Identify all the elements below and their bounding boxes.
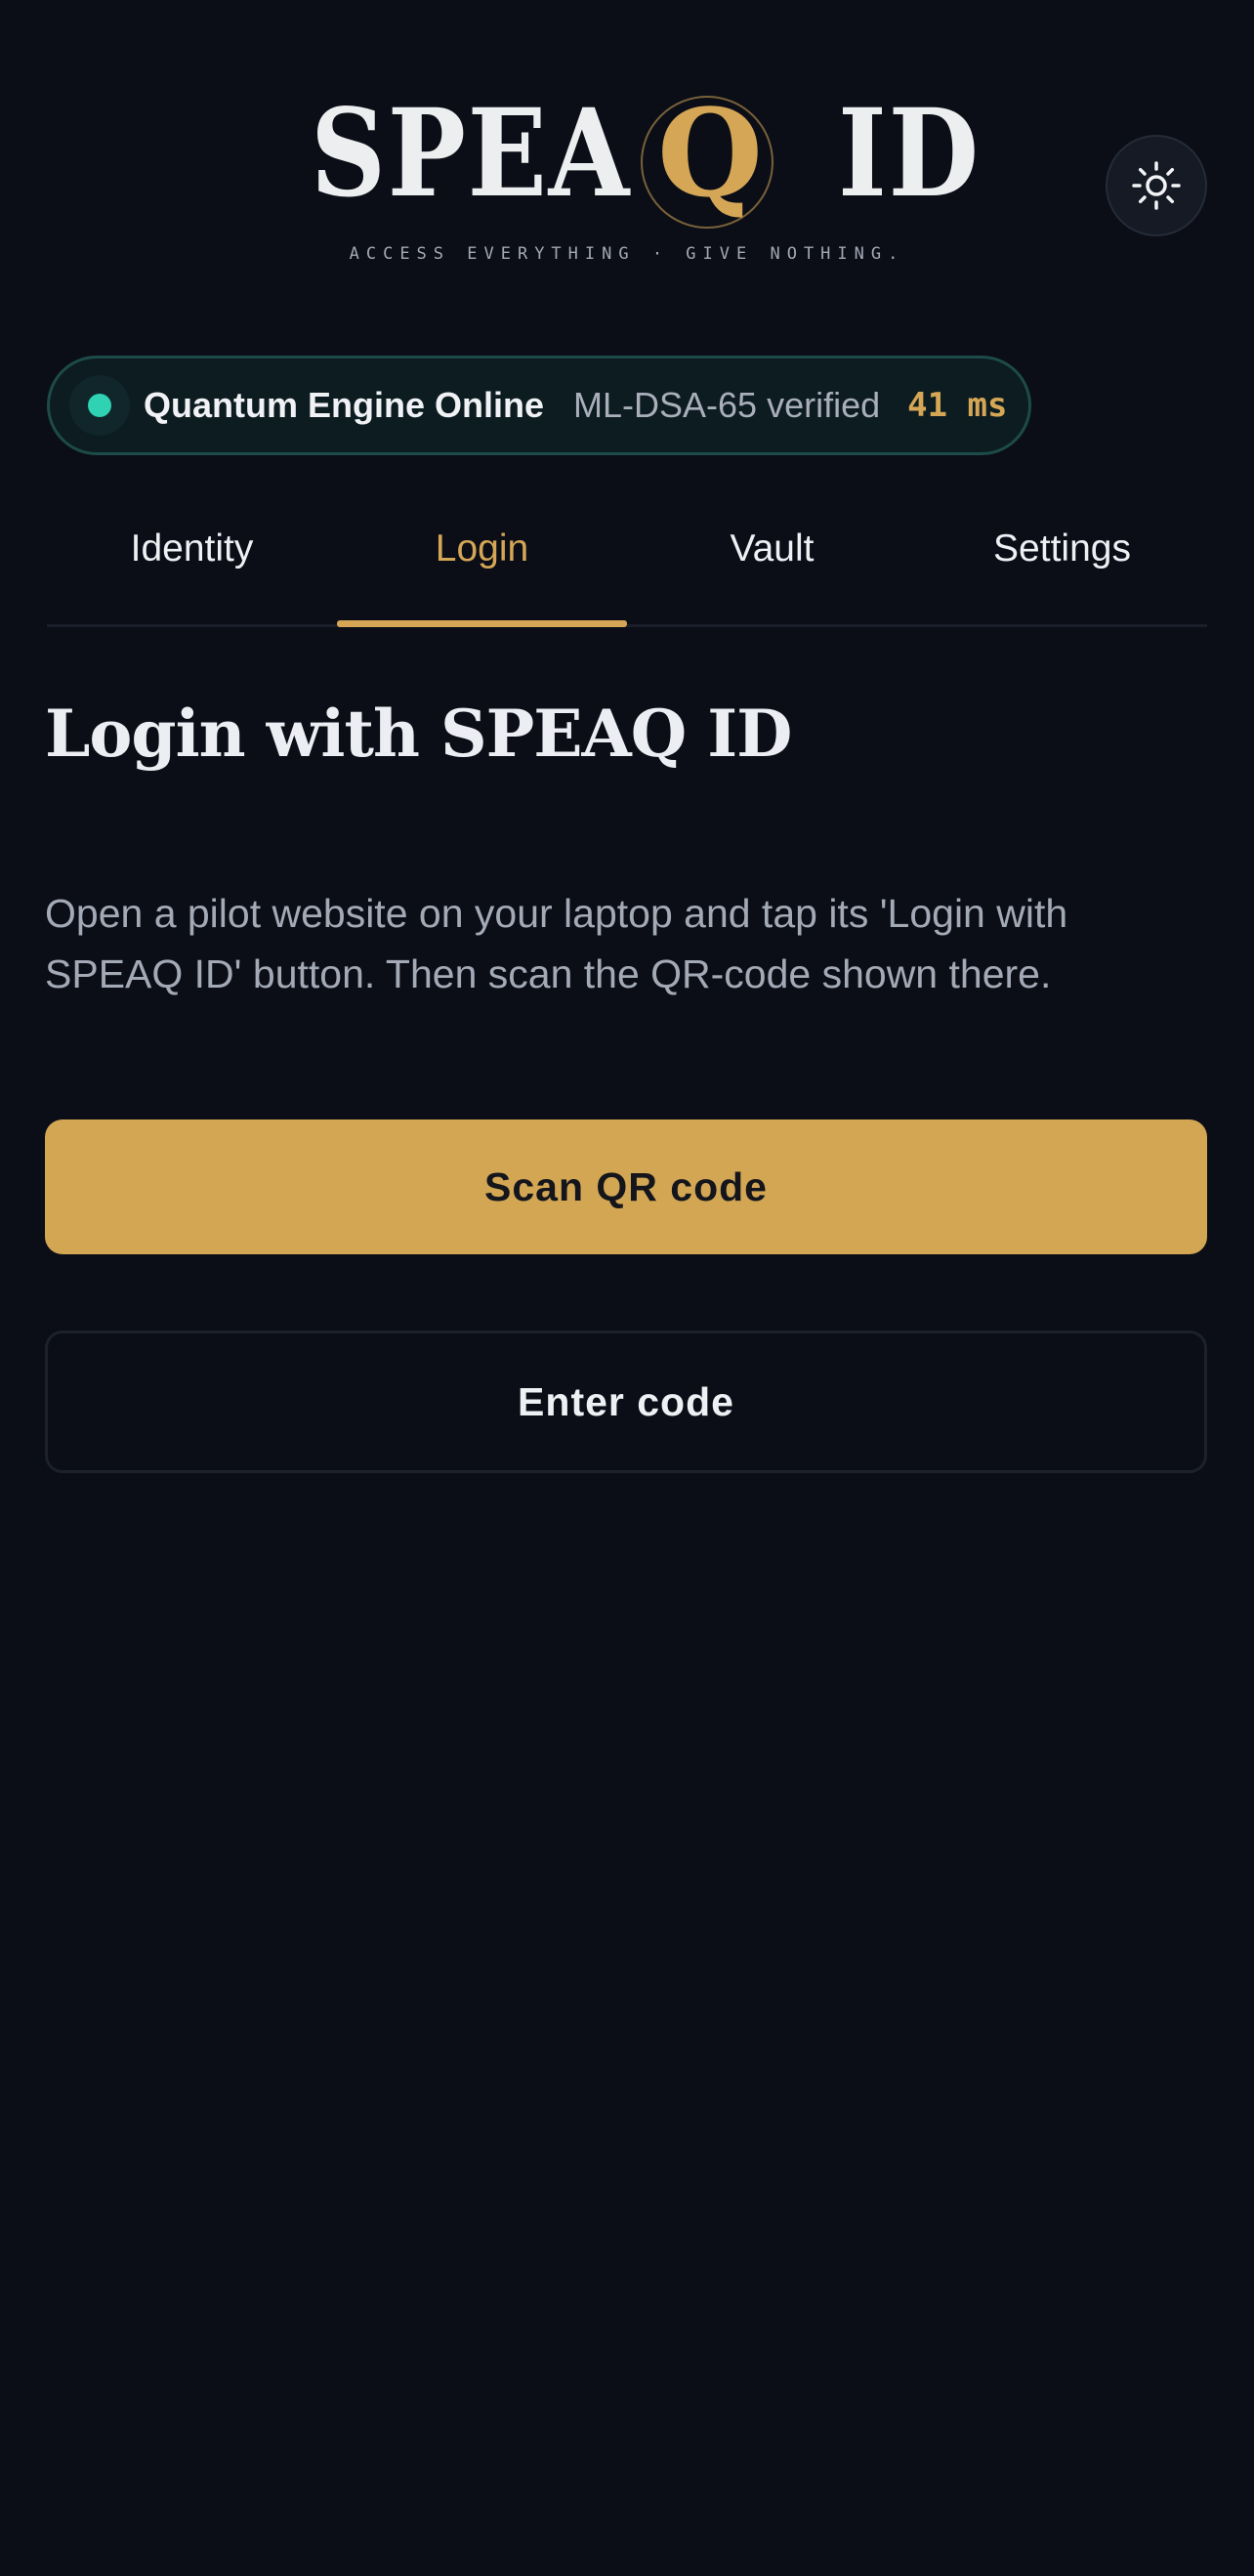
sun-icon: [1132, 161, 1181, 210]
engine-status-pill: Quantum Engine Online ML-DSA-65 verified…: [47, 356, 1031, 455]
status-verified-text: ML-DSA-65 verified: [573, 385, 881, 425]
enter-code-button[interactable]: Enter code: [45, 1330, 1207, 1473]
status-latency: 41 ms: [907, 386, 1008, 425]
tab-settings[interactable]: Settings: [917, 488, 1207, 624]
logo-text-right: ID: [838, 83, 981, 225]
scan-qr-button[interactable]: Scan QR code: [45, 1119, 1207, 1254]
tab-login[interactable]: Login: [337, 488, 627, 627]
app-screen: SPEA Q ID ACCESS EVERYTHING · GIVE NOTHI…: [0, 0, 1254, 2576]
logo-q-letter: Q: [656, 83, 763, 225]
status-dot: [88, 394, 111, 417]
theme-toggle-button[interactable]: [1106, 135, 1207, 236]
tagline: ACCESS EVERYTHING · GIVE NOTHING.: [349, 244, 905, 264]
status-label: Quantum Engine Online: [144, 385, 545, 425]
page-title: Login with SPEAQ ID: [45, 696, 792, 772]
tab-vault[interactable]: Vault: [627, 488, 917, 624]
status-indicator: [69, 375, 130, 436]
tab-bar: Identity Login Vault Settings: [47, 488, 1207, 627]
logo-text-left: SPEA: [311, 83, 632, 225]
login-instructions: Open a pilot website on your laptop and …: [45, 891, 1068, 996]
app-logo: SPEA Q ID: [0, 83, 1254, 229]
tab-identity[interactable]: Identity: [47, 488, 337, 624]
